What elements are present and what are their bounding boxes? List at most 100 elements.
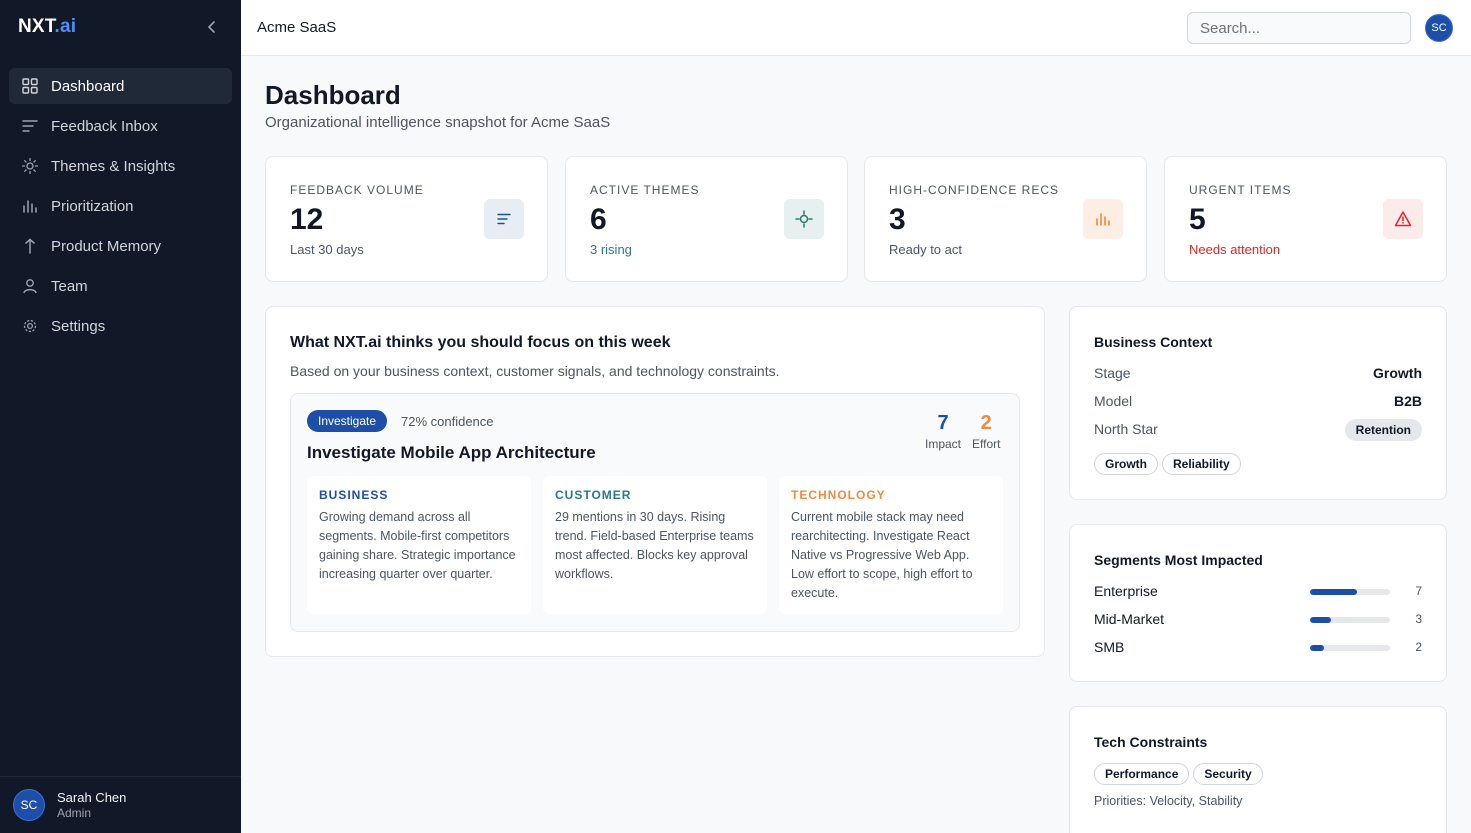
tech-priorities: Priorities: Velocity, Stability <box>1094 794 1243 808</box>
page-subtitle: Organizational intelligence snapshot for… <box>265 114 611 131</box>
sidebar-item-product-memory[interactable]: Product Memory <box>9 228 232 264</box>
technology-column: TECHNOLOGY Current mobile stack may need… <box>779 476 1003 614</box>
context-tags: Growth Reliability <box>1094 453 1245 475</box>
crosshair-icon <box>784 199 824 239</box>
column-heading: BUSINESS <box>319 488 389 502</box>
business-context-card: Business Context Stage Growth Model B2B … <box>1069 306 1447 500</box>
avatar: SC <box>13 789 45 821</box>
arrow-up-icon <box>22 238 38 254</box>
tech-tags: Performance Security <box>1094 763 1267 785</box>
topbar: Acme SaaS SC <box>241 0 1471 56</box>
sidebar-item-prioritization[interactable]: Prioritization <box>9 188 232 224</box>
tag: Reliability <box>1162 453 1241 475</box>
warning-icon <box>1383 199 1423 239</box>
sidebar-item-feedback-inbox[interactable]: Feedback Inbox <box>9 108 232 144</box>
search-input[interactable] <box>1187 12 1411 44</box>
sidebar-item-label: Product Memory <box>51 237 162 255</box>
stat-label: ACTIVE THEMES <box>590 183 700 197</box>
sidebar-item-themes-insights[interactable]: Themes & Insights <box>9 148 232 184</box>
gear-icon <box>22 318 38 334</box>
sidebar-item-label: Prioritization <box>51 197 134 215</box>
user-role: Admin <box>57 806 92 820</box>
sun-icon <box>22 158 38 174</box>
column-heading: CUSTOMER <box>555 488 632 502</box>
lines-icon <box>484 199 524 239</box>
segment-bar-fill <box>1310 589 1358 595</box>
stat-value: 3 <box>889 203 906 236</box>
focus-card: What NXT.ai thinks you should focus on t… <box>265 306 1045 657</box>
sidebar-item-label: Feedback Inbox <box>51 117 158 135</box>
segment-count: 2 <box>1415 640 1422 654</box>
user-name: Sarah Chen <box>57 790 127 805</box>
sidebar: NXT.ai Dashboard Feedback Inbox Themes &… <box>0 0 241 833</box>
impact-value: 7 <box>937 412 949 434</box>
page-title: Dashboard <box>265 80 401 110</box>
tag: Growth <box>1094 453 1158 475</box>
chevron-left-icon[interactable] <box>203 18 221 36</box>
sidebar-item-label: Themes & Insights <box>51 157 176 175</box>
stat-label: HIGH-CONFIDENCE RECS <box>889 183 1060 197</box>
stat-card-active-themes[interactable]: ACTIVE THEMES 6 3 rising <box>565 156 848 282</box>
stat-card-urgent-items[interactable]: URGENT ITEMS 5 Needs attention <box>1164 156 1447 282</box>
impact-metric: 7 Impact <box>925 412 961 451</box>
segment-name: SMB <box>1094 639 1125 655</box>
status-badge: Investigate <box>307 410 388 432</box>
stat-value: 12 <box>290 203 324 236</box>
card-title: Business Context <box>1094 334 1213 350</box>
card-title: Segments Most Impacted <box>1094 552 1263 568</box>
recommendation-title: Investigate Mobile App Architecture <box>307 443 596 462</box>
recommendation-card[interactable]: Investigate 72% confidence Investigate M… <box>290 393 1020 632</box>
context-value: Growth <box>1373 365 1422 381</box>
business-column: BUSINESS Growing demand across all segme… <box>307 476 531 614</box>
north-star-badge: Retention <box>1344 419 1422 441</box>
grid-icon <box>22 78 38 94</box>
stat-label: FEEDBACK VOLUME <box>290 183 424 197</box>
stat-value: 6 <box>590 203 607 236</box>
avatar[interactable]: SC <box>1425 14 1453 42</box>
segment-count: 3 <box>1415 612 1422 626</box>
stat-sub: Last 30 days <box>290 242 364 257</box>
column-text: Current mobile stack may need rearchitec… <box>791 510 973 600</box>
confidence-text: 72% confidence <box>401 414 494 429</box>
segment-row: Enterprise 7 <box>1094 582 1422 602</box>
sidebar-item-label: Settings <box>51 317 106 335</box>
effort-label: Effort <box>972 437 1001 451</box>
user-icon <box>22 278 38 294</box>
stat-sub: 3 rising <box>590 242 632 257</box>
segment-bar-fill <box>1310 617 1331 623</box>
card-title: Tech Constraints <box>1094 734 1208 750</box>
segment-bar-fill <box>1310 645 1324 651</box>
column-text: Growing demand across all segments. Mobi… <box>319 510 516 581</box>
context-row-north-star: North Star Retention <box>1094 419 1422 441</box>
stat-card-high-confidence-recs[interactable]: HIGH-CONFIDENCE RECS 3 Ready to act <box>864 156 1147 282</box>
stat-sub: Ready to act <box>889 242 962 257</box>
customer-column: CUSTOMER 29 mentions in 30 days. Rising … <box>543 476 767 614</box>
segments-card: Segments Most Impacted Enterprise 7 Mid-… <box>1069 524 1447 682</box>
segment-count: 7 <box>1415 584 1422 598</box>
context-value: B2B <box>1393 393 1422 409</box>
focus-title: What NXT.ai thinks you should focus on t… <box>290 334 671 351</box>
user-profile[interactable]: SC Sarah Chen Admin <box>0 776 241 833</box>
inbox-lines-icon <box>22 118 38 134</box>
stat-sub: Needs attention <box>1189 242 1281 257</box>
focus-subtitle: Based on your business context, customer… <box>290 363 780 379</box>
org-name: Acme SaaS <box>257 19 337 36</box>
bar-chart-icon <box>1083 199 1123 239</box>
tag: Performance <box>1094 763 1190 785</box>
sidebar-item-settings[interactable]: Settings <box>9 308 232 344</box>
column-text: 29 mentions in 30 days. Rising trend. Fi… <box>555 510 754 581</box>
stat-card-feedback-volume[interactable]: FEEDBACK VOLUME 12 Last 30 days <box>265 156 548 282</box>
segment-bar <box>1310 589 1390 595</box>
segment-row: Mid-Market 3 <box>1094 610 1422 630</box>
column-heading: TECHNOLOGY <box>791 488 886 502</box>
sidebar-nav: Dashboard Feedback Inbox Themes & Insigh… <box>9 68 232 348</box>
sidebar-item-label: Dashboard <box>51 77 125 95</box>
impact-label: Impact <box>925 437 962 451</box>
brand-logo[interactable]: NXT.ai <box>18 16 76 38</box>
segment-bar <box>1310 645 1390 651</box>
effort-metric: 2 Effort <box>972 412 1000 451</box>
sidebar-item-dashboard[interactable]: Dashboard <box>9 68 232 104</box>
sidebar-item-team[interactable]: Team <box>9 268 232 304</box>
segment-bar <box>1310 617 1390 623</box>
context-key: North Star <box>1094 421 1158 437</box>
